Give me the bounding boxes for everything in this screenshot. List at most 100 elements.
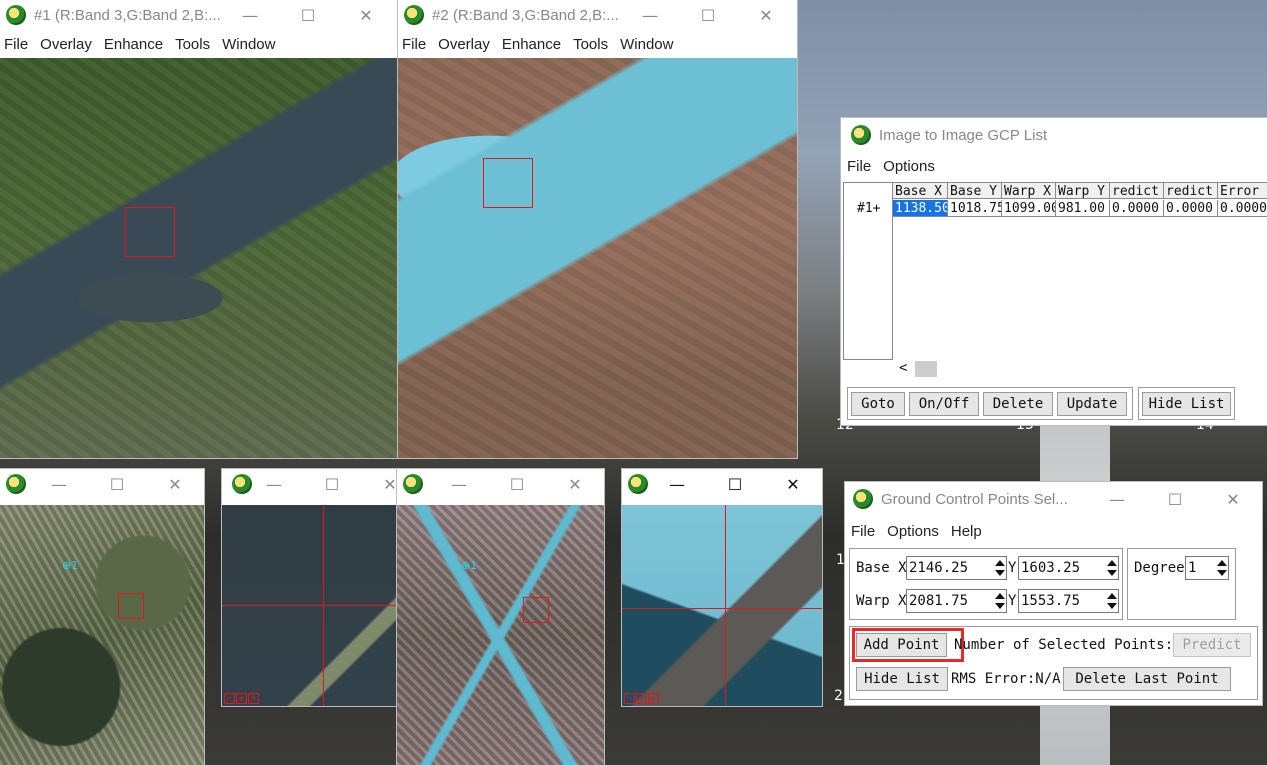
row-id[interactable]: #1+ [843,200,893,217]
table-cell[interactable]: 1099.00 [1002,200,1056,217]
menu-options[interactable]: Options [878,158,942,175]
titlebar[interactable]: Ground Control Points Sel... — ☐ ✕ [845,482,1262,516]
minimize-icon[interactable]: — [221,0,279,30]
zoom-crosshair-icon[interactable]: + [248,693,259,704]
warp-y-field[interactable]: 1553.75 [1018,589,1119,613]
table-cell[interactable]: 1018.75 [948,200,1002,217]
table-cell[interactable]: 0.0000 [1218,200,1267,217]
titlebar[interactable]: — ☐ ✕ [222,469,399,499]
zoom-in-icon[interactable]: + [236,693,247,704]
minimize-icon[interactable]: — [621,0,679,30]
menu-tools[interactable]: Tools [568,36,615,53]
titlebar[interactable]: — ☐ ✕ [622,469,822,499]
scrollbar-thumb[interactable] [915,361,937,377]
satellite-image[interactable] [398,58,797,458]
goto-button[interactable]: Goto [851,392,905,416]
menu-enhance[interactable]: Enhance [497,36,568,53]
titlebar[interactable]: #1 (R:Band 3,G:Band 2,B:... — ☐ ✕ [0,0,397,30]
zoom-in-icon[interactable]: + [636,693,647,704]
menu-window[interactable]: Window [615,36,680,53]
column-header-error-x[interactable]: Error X [1218,182,1267,199]
spinner-icon[interactable] [994,593,1005,609]
maximize-icon[interactable]: ☐ [706,469,764,499]
menu-file[interactable]: File [398,36,433,53]
satellite-image[interactable] [0,58,397,458]
scroll-window-2[interactable]: — ☐ ✕ ⊕1 [397,469,604,765]
menu-file[interactable]: File [841,158,878,175]
menu-enhance[interactable]: Enhance [99,36,170,53]
menu-overlay[interactable]: Overlay [433,36,497,53]
close-icon[interactable]: ✕ [337,0,395,30]
maximize-icon[interactable]: ☐ [88,469,146,499]
spinner-icon[interactable] [994,560,1005,576]
column-header-base-x[interactable]: Base X [893,182,948,199]
zoom-image[interactable]: − + + [622,505,822,706]
zoom-box[interactable] [483,158,533,208]
gcp-selection-window[interactable]: Ground Control Points Sel... — ☐ ✕ File … [845,482,1262,705]
gcp-list-window[interactable]: Image to Image GCP List File Options Bas… [841,118,1267,425]
minimize-icon[interactable]: — [30,469,88,499]
maximize-icon[interactable]: ☐ [488,469,546,499]
delete-button[interactable]: Delete [983,392,1053,416]
zoom-out-icon[interactable]: − [224,693,235,704]
hide-list-button[interactable]: Hide List [856,667,948,691]
maximize-icon[interactable]: ☐ [679,0,737,30]
titlebar[interactable]: Image to Image GCP List [841,118,1267,152]
table-cell[interactable]: 981.00 [1056,200,1110,217]
spinner-icon[interactable] [1106,560,1117,576]
warp-x-field[interactable]: 2081.75 [906,589,1007,613]
close-icon[interactable]: ✕ [546,469,604,499]
predict-button[interactable]: Predict [1173,633,1251,657]
minimize-icon[interactable]: — [430,469,488,499]
scroll-window-1[interactable]: — ☐ ✕ ⊕1 [0,469,204,765]
spinner-icon[interactable] [1216,560,1227,576]
zoom-crosshair-icon[interactable]: + [648,693,659,704]
table-cell[interactable]: 0.0000 [1164,200,1218,217]
menu-tools[interactable]: Tools [170,36,217,53]
column-header-warp-y[interactable]: Warp Y [1056,182,1110,199]
spinner-icon[interactable] [1106,593,1117,609]
image-window-1[interactable]: #1 (R:Band 3,G:Band 2,B:... — ☐ ✕ File O… [0,0,397,458]
update-button[interactable]: Update [1057,392,1127,416]
base-x-field[interactable]: 2146.25 [906,556,1007,580]
close-icon[interactable]: ✕ [764,469,822,499]
delete-last-point-button[interactable]: Delete Last Point [1063,667,1231,691]
maximize-icon[interactable]: ☐ [303,469,361,499]
horizontal-scrollbar[interactable]: < [893,360,1267,378]
titlebar[interactable]: — ☐ ✕ [0,469,204,499]
hide-list-button[interactable]: Hide List [1142,392,1231,416]
image-window-2[interactable]: #2 (R:Band 3,G:Band 2,B:... — ☐ ✕ File O… [398,0,797,458]
zoom-box[interactable] [125,207,175,257]
column-header-predict-y[interactable]: redict [1164,182,1218,199]
image-box[interactable] [523,597,549,623]
overview-image[interactable]: ⊕1 [0,505,204,765]
close-icon[interactable]: ✕ [146,469,204,499]
menu-options[interactable]: Options [882,523,946,540]
image-box[interactable] [118,593,144,619]
zoom-image[interactable]: − + + [222,505,399,706]
titlebar[interactable]: — ☐ ✕ [397,469,604,499]
menu-file[interactable]: File [0,36,35,53]
close-icon[interactable]: ✕ [361,469,399,499]
close-icon[interactable]: ✕ [1204,484,1262,514]
close-icon[interactable]: ✕ [737,0,795,30]
minimize-icon[interactable]: — [648,469,706,499]
overview-image[interactable]: ⊕1 [397,505,604,765]
zoom-window-1[interactable]: — ☐ ✕ − + + [222,469,399,706]
maximize-icon[interactable]: ☐ [1146,484,1204,514]
column-header-warp-x[interactable]: Warp X [1002,182,1056,199]
onoff-button[interactable]: On/Off [909,392,979,416]
menu-overlay[interactable]: Overlay [35,36,99,53]
scroll-left-icon[interactable]: < [899,360,907,376]
menu-file[interactable]: File [845,523,882,540]
menu-help[interactable]: Help [946,523,989,540]
titlebar[interactable]: #2 (R:Band 3,G:Band 2,B:... — ☐ ✕ [398,0,797,30]
table-cell[interactable]: 1138.50 [893,200,948,217]
degree-field[interactable]: 1 [1185,556,1229,580]
zoom-window-2[interactable]: — ☐ ✕ − + + [622,469,822,706]
minimize-icon[interactable]: — [1088,484,1146,514]
menu-window[interactable]: Window [217,36,282,53]
minimize-icon[interactable]: — [245,469,303,499]
column-header-predict-x[interactable]: redict [1110,182,1164,199]
base-y-field[interactable]: 1603.25 [1018,556,1119,580]
